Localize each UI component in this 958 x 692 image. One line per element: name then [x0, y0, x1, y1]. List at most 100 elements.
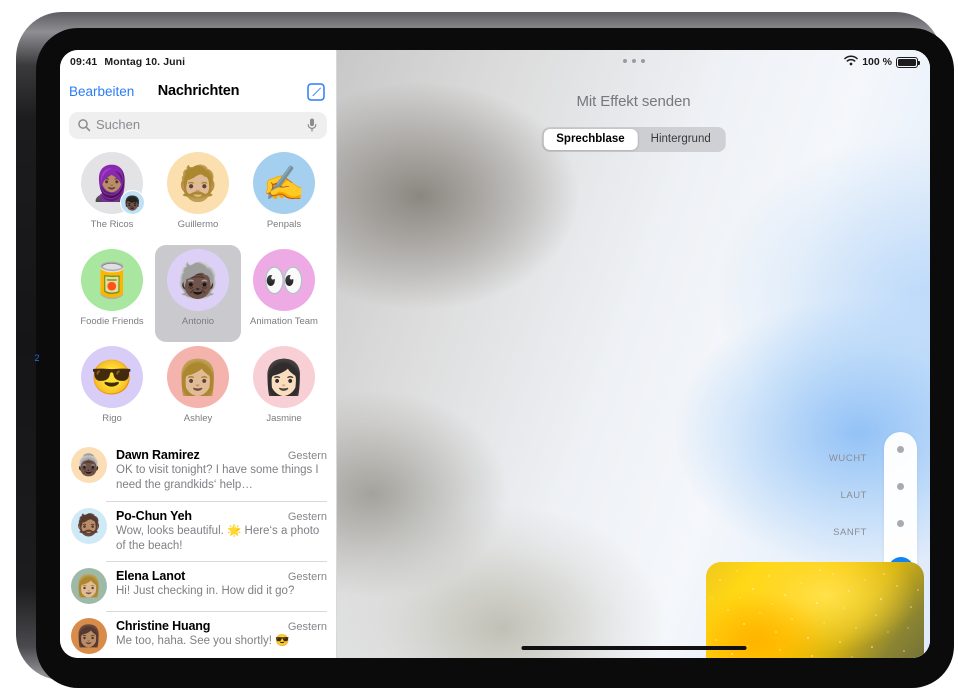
conversation-list-item[interactable]: 👩🏼 Elena Lanot Gestern Hi! Just checking in…	[60, 561, 336, 611]
conversation-sender-name: Christine Huang	[116, 619, 211, 634]
avatar-glyph: 👩🏻	[262, 359, 306, 397]
avatar: 👩🏽	[71, 618, 107, 655]
conversation-header: Dawn Ramirez Gestern	[116, 448, 327, 462]
status-bar-right: 100 %	[844, 55, 920, 69]
conversation-timestamp: Gestern	[287, 450, 327, 462]
conversation-sender-name: Elena Lanot	[116, 569, 186, 584]
pinned-conversation-foodie-friends[interactable]: 🥫 Foodie Friends	[69, 245, 155, 342]
conversation-body: Po-Chun Yeh Gestern Wow, looks beautiful. …	[116, 508, 327, 555]
conversation-body: Christine Huang Gestern Me too, haha. See …	[116, 618, 327, 654]
pinned-conversation-label: Ashley	[183, 413, 213, 424]
status-date: Montag 10. Juni	[104, 56, 186, 68]
avatar-glyph: 🧔🏼	[176, 165, 220, 203]
effect-radio-wucht[interactable]	[897, 446, 904, 453]
pinned-conversations-grid: 🧕🏽 👦🏿 The Ricos 🧔🏼 Guillermo ✍️ Penpals 🥫 Foodie…	[69, 148, 327, 438]
pinned-conversation-label: Animation Team	[250, 316, 318, 327]
wifi-icon	[844, 55, 858, 69]
pinned-conversation-label: Rigo	[102, 413, 122, 424]
segment-sprechblase[interactable]: Sprechblase	[543, 129, 638, 150]
multitask-dot	[631, 59, 636, 63]
avatar-glyph: 👀	[262, 262, 306, 300]
pinned-conversation-penpals[interactable]: ✍️ Penpals	[241, 148, 327, 245]
avatar: 👩🏼	[167, 346, 229, 408]
conversation-timestamp: Gestern	[287, 621, 327, 634]
status-bar-left: 09:41 Montag 10. Juni	[70, 56, 185, 68]
conversation-timestamp: Gestern	[287, 571, 327, 584]
conversation-preview-text: Hi! Just checking in. How did it go?	[116, 585, 295, 598]
conversation-list: 👵🏿 Dawn Ramirez Gestern OK to visit tonight…	[60, 440, 336, 658]
effect-option-wucht[interactable]: WUCHT	[829, 440, 867, 477]
effect-panel-title: Mit Effekt senden	[576, 93, 691, 110]
conversation-list-item[interactable]: 👵🏿 Dawn Ramirez Gestern OK to visit tonight…	[60, 440, 336, 501]
pinned-conversation-jasmine[interactable]: 👩🏻 Jasmine	[241, 342, 327, 439]
avatar-glyph: 😎	[90, 359, 134, 397]
compose-icon[interactable]	[307, 83, 325, 101]
battery-percent-label: 100 %	[862, 56, 892, 68]
conversation-header: Christine Huang Gestern	[116, 619, 327, 633]
conversation-list-item[interactable]: 👩🏽 Christine Huang Gestern Me too, haha. Se…	[60, 611, 336, 658]
ipad-device-frame: 09:41 Montag 10. Juni Bearbeiten Nachrich…	[16, 12, 954, 688]
pinned-conversation-label: Penpals	[266, 219, 302, 230]
avatar: 👩🏻	[253, 346, 315, 408]
effect-option-laut[interactable]: LAUT	[841, 477, 867, 514]
avatar: 👀	[253, 249, 315, 311]
avatar: 👵🏿	[71, 447, 107, 483]
pinned-conversation-label: Jasmine	[266, 413, 302, 424]
conversation-timestamp: Gestern	[287, 510, 327, 523]
bezel-annotation-marker: 2	[34, 353, 40, 363]
invisible-ink-preview[interactable]	[706, 562, 924, 658]
effect-radio-sanft[interactable]	[897, 520, 904, 527]
pinned-conversation-label: Foodie Friends	[80, 316, 144, 327]
pinned-conversation-label: The Ricos	[90, 219, 134, 230]
avatar: 👩🏼	[71, 568, 107, 605]
status-time: 09:41	[70, 56, 98, 68]
multitasking-handle[interactable]	[337, 59, 930, 63]
sidebar-navigation-bar: Bearbeiten Nachrichten	[60, 76, 336, 114]
avatar-glyph: 🥫	[90, 262, 134, 300]
search-icon	[77, 118, 91, 132]
multitask-dot	[640, 59, 645, 63]
avatar-secondary-glyph: 👦🏿	[120, 190, 145, 215]
search-input[interactable]: Suchen	[69, 112, 327, 139]
search-placeholder: Suchen	[96, 117, 141, 132]
pinned-conversation-animation-team[interactable]: 👀 Animation Team	[241, 245, 327, 342]
avatar: 🧔🏽	[71, 507, 107, 544]
segment-hintergrund[interactable]: Hintergrund	[638, 129, 724, 150]
pinned-conversation-label: Antonio	[181, 316, 215, 327]
battery-icon	[896, 56, 920, 68]
pinned-conversation-guillermo[interactable]: 🧔🏼 Guillermo	[155, 148, 241, 245]
conversation-sender-name: Po-Chun Yeh	[116, 508, 192, 523]
pinned-conversation-the-ricos[interactable]: 🧕🏽 👦🏿 The Ricos	[69, 148, 155, 245]
effect-option-sanft[interactable]: SANFT	[833, 514, 867, 551]
conversation-sender-name: Dawn Ramirez	[116, 448, 200, 462]
sparkle-overlay	[711, 569, 919, 658]
home-indicator[interactable]	[521, 646, 746, 650]
avatar: 🧕🏽 👦🏿	[81, 152, 145, 215]
avatar: 😎	[81, 346, 143, 408]
conversation-list-item[interactable]: 🧔🏽 Po-Chun Yeh Gestern Wow, looks beautiful…	[60, 500, 336, 562]
battery-fill	[898, 58, 916, 66]
avatar: 🥫	[81, 249, 143, 311]
message-detail-pane: 100 % Mit Effekt senden Sprechblase Hinte…	[337, 50, 930, 658]
conversation-header: Po-Chun Yeh Gestern	[116, 509, 327, 523]
ipad-screen: 09:41 Montag 10. Juni Bearbeiten Nachrich…	[60, 50, 930, 658]
avatar: 🧔🏼	[167, 152, 229, 214]
avatar-glyph: ✍️	[262, 165, 306, 203]
effect-type-segmented-control: Sprechblase Hintergrund	[541, 127, 726, 152]
conversation-body: Elena Lanot Gestern Hi! Just checking in. …	[116, 568, 327, 604]
avatar: 🧓🏿	[167, 249, 229, 311]
multitask-dot	[622, 59, 627, 63]
conversation-header: Elena Lanot Gestern	[116, 569, 327, 583]
pinned-conversation-rigo[interactable]: 😎 Rigo	[69, 342, 155, 439]
microphone-icon[interactable]	[306, 117, 318, 133]
conversation-body: Dawn Ramirez Gestern OK to visit tonight? …	[116, 447, 327, 494]
pinned-conversation-ashley[interactable]: 👩🏼 Ashley	[155, 342, 241, 439]
conversation-preview-text: Wow, looks beautiful. 🌟 Here‘s a photo o…	[116, 524, 320, 552]
conversation-preview-text: Me too, haha. See you shortly! 😎	[116, 635, 290, 648]
messages-sidebar: 09:41 Montag 10. Juni Bearbeiten Nachrich…	[60, 50, 337, 658]
pinned-conversation-antonio[interactable]: 🧓🏿 Antonio	[155, 245, 241, 342]
conversation-preview-text: OK to visit tonight? I have some things …	[116, 464, 319, 492]
page-title: Nachrichten	[157, 83, 240, 99]
avatar: ✍️	[253, 152, 315, 214]
effect-radio-laut[interactable]	[897, 483, 904, 490]
